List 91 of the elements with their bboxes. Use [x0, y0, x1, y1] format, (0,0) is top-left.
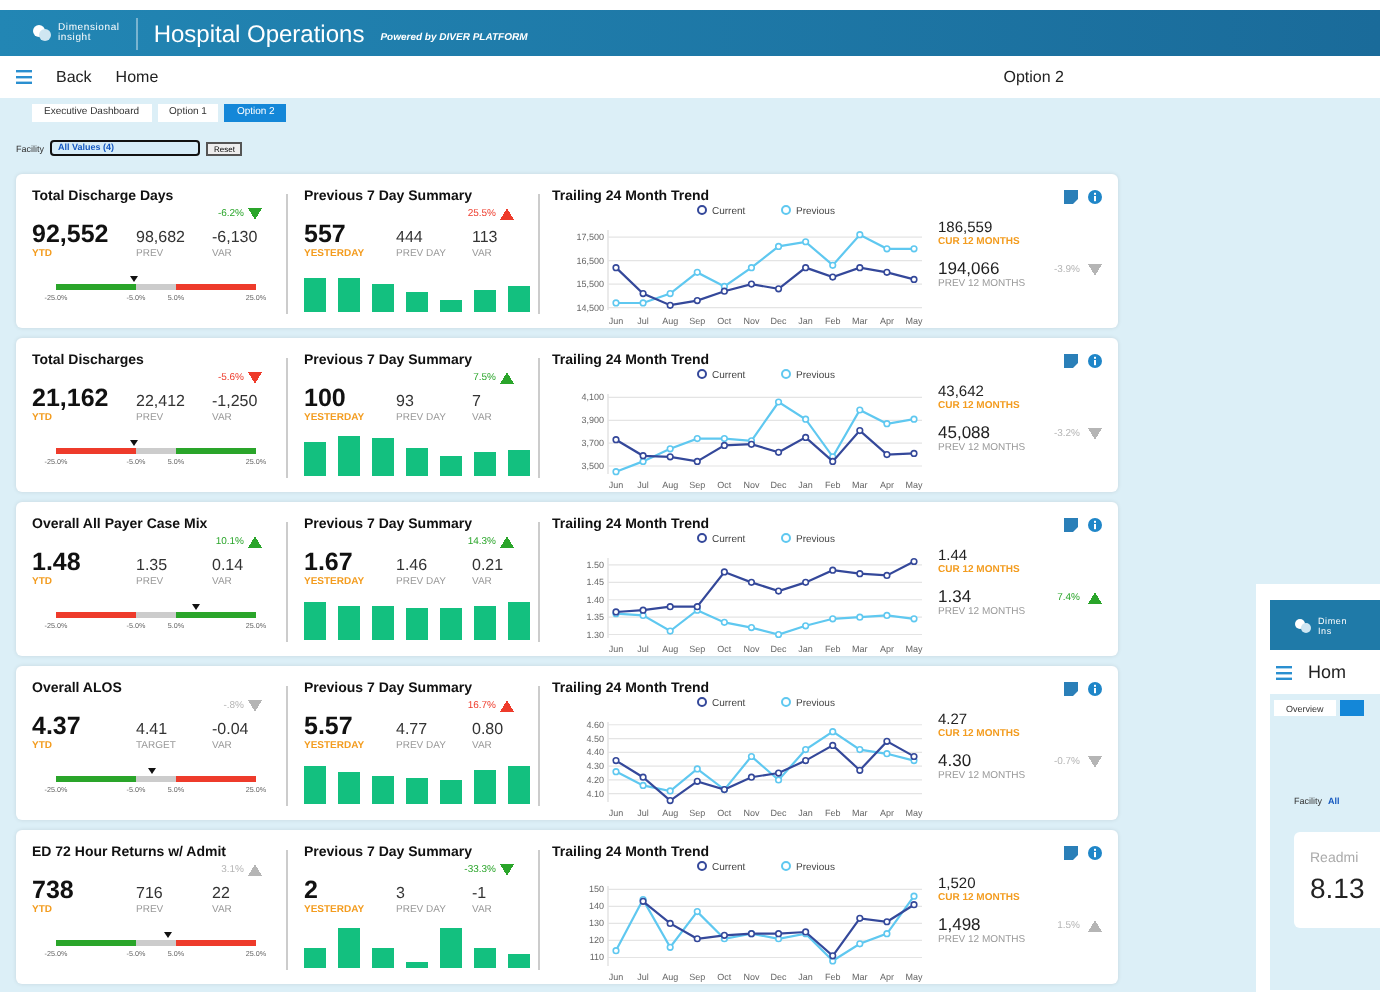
compare-value: 22,412 — [136, 392, 187, 412]
daily-bar — [508, 766, 530, 804]
daily-bar — [304, 278, 326, 312]
ytd-value: 21,162 — [32, 386, 111, 412]
variance-value: 7 — [472, 392, 483, 412]
variance-value: -0.04 — [212, 720, 251, 740]
variance-value: 113 — [472, 228, 500, 248]
ytd-value: 4.37 — [32, 714, 83, 740]
logo-icon — [1294, 617, 1312, 633]
daily-bar — [304, 766, 326, 804]
daily-bar — [474, 770, 496, 804]
yesterday-value: 557 — [304, 222, 348, 248]
prev-day-value: 4.77 — [396, 720, 430, 740]
ytd-value: 738 — [32, 878, 76, 904]
previous-12-months-value: 194,066 — [938, 260, 1000, 278]
daily-bar — [338, 278, 360, 312]
variance-value: 22 — [212, 884, 232, 904]
yesterday-value: 5.57 — [304, 714, 355, 740]
yesterday-value: 100 — [304, 386, 348, 412]
compare-value: 716 — [136, 884, 165, 904]
daily-bar — [508, 602, 530, 640]
variance-value: 0.21 — [472, 556, 506, 576]
daily-bar — [406, 778, 428, 804]
page-title: Option 2 — [1003, 68, 1064, 86]
compare-value: 4.41 — [136, 720, 170, 740]
daily-bar — [372, 776, 394, 804]
info-icon[interactable] — [1088, 846, 1102, 860]
yesterday-value: 1.67 — [304, 550, 355, 576]
daily-bar — [338, 436, 360, 476]
menu-icon[interactable] — [1276, 665, 1292, 679]
daily-bar — [440, 456, 462, 476]
variance-value: -6,130 — [212, 228, 260, 248]
daily-bar — [474, 290, 496, 312]
daily-bar — [508, 954, 530, 968]
previous-12-months-value: 1,498 — [938, 916, 981, 934]
daily-bar — [406, 962, 428, 968]
previous-12-months-value: 4.30 — [938, 752, 972, 770]
daily-bar — [338, 772, 360, 804]
daily-bar — [508, 285, 530, 312]
daily-bar — [474, 452, 496, 476]
daily-bar — [406, 608, 428, 640]
variance-value: 0.80 — [472, 720, 506, 740]
daily-bar — [304, 948, 326, 968]
info-icon[interactable] — [1088, 354, 1102, 368]
info-icon[interactable] — [1088, 682, 1102, 696]
variance-value: -1,250 — [212, 392, 260, 412]
variance-value: -1 — [472, 884, 489, 904]
daily-bar — [406, 292, 428, 312]
compare-value: 98,682 — [136, 228, 187, 248]
daily-bar — [474, 606, 496, 640]
note-icon[interactable] — [1064, 682, 1078, 696]
daily-bar — [372, 284, 394, 312]
prev-day-value: 93 — [396, 392, 416, 412]
variance-value: 0.14 — [212, 556, 246, 576]
daily-bar — [372, 948, 394, 968]
kpi-value: 8.13 — [1310, 872, 1367, 904]
compare-value: 1.35 — [136, 556, 170, 576]
note-icon[interactable] — [1064, 846, 1078, 860]
daily-bar — [508, 450, 530, 476]
info-icon[interactable] — [1088, 190, 1102, 204]
logo-icon — [32, 24, 52, 42]
previous-12-months-value: 45,088 — [938, 424, 990, 442]
daily-bar — [304, 602, 326, 640]
nav-link[interactable]: Home — [115, 68, 159, 86]
nav-link[interactable]: Back — [56, 68, 92, 86]
tab[interactable] — [1339, 700, 1364, 716]
daily-bar — [372, 606, 394, 640]
daily-bar — [440, 780, 462, 804]
ytd-value: 92,552 — [32, 222, 111, 248]
nav-link[interactable]: Hom — [1308, 662, 1347, 682]
app-title: Hospital Operations — [153, 19, 365, 47]
daily-bar — [440, 300, 462, 312]
daily-bar — [372, 438, 394, 476]
menu-icon[interactable] — [16, 70, 32, 84]
ytd-value: 1.48 — [32, 550, 83, 576]
prev-day-value: 3 — [396, 884, 407, 904]
note-icon[interactable] — [1064, 190, 1078, 204]
prev-day-value: 444 — [396, 228, 425, 248]
daily-bar — [304, 442, 326, 476]
yesterday-value: 2 — [304, 878, 320, 904]
daily-bar — [440, 928, 462, 968]
previous-12-months-value: 1.34 — [938, 588, 972, 606]
info-icon[interactable] — [1088, 518, 1102, 532]
daily-bar — [440, 608, 462, 640]
daily-bar — [406, 447, 428, 476]
note-icon[interactable] — [1064, 354, 1078, 368]
daily-bar — [338, 606, 360, 640]
prev-day-value: 1.46 — [396, 556, 430, 576]
note-icon[interactable] — [1064, 518, 1078, 532]
daily-bar — [338, 928, 360, 968]
daily-bar — [474, 948, 496, 968]
